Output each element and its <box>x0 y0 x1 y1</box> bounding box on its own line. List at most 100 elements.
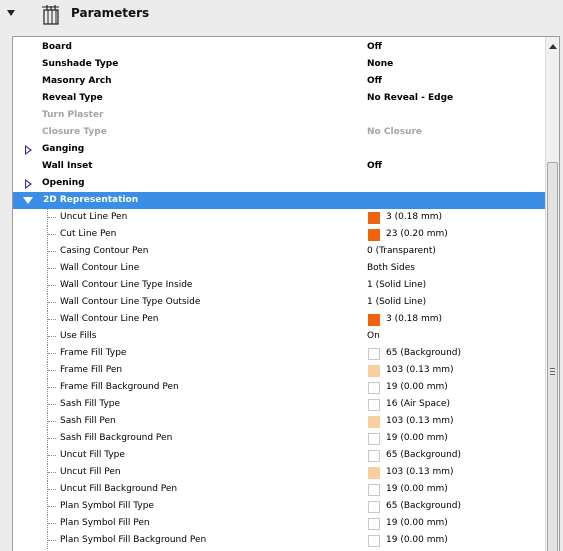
param-row-frame-fill-type[interactable]: Frame Fill Type 65 (Background) <box>13 345 547 362</box>
param-value[interactable]: Off <box>367 158 382 175</box>
pen-color-swatch[interactable] <box>368 535 380 547</box>
pen-color-swatch[interactable] <box>368 450 380 462</box>
param-row-uncut-fill-pen[interactable]: Uncut Fill Pen 103 (0.13 mm) <box>13 464 547 481</box>
param-value[interactable]: 103 (0.13 mm) <box>386 464 454 481</box>
param-row-plan-symbol-fill-background-pen[interactable]: Plan Symbol Fill Background Pen 19 (0.00 … <box>13 532 547 549</box>
param-label: Uncut Fill Pen <box>60 467 121 477</box>
pen-color-swatch[interactable] <box>368 348 380 360</box>
param-label: Closure Type <box>42 127 107 137</box>
param-row-2d-representation[interactable]: 2D Representation <box>13 192 547 209</box>
param-value[interactable]: 19 (0.00 mm) <box>386 515 448 532</box>
param-row-plan-symbol-fill-pen[interactable]: Plan Symbol Fill Pen 19 (0.00 mm) <box>13 515 547 532</box>
param-label: Reveal Type <box>42 93 103 103</box>
param-value[interactable]: No Reveal - Edge <box>367 90 453 107</box>
param-label: Uncut Fill Type <box>60 450 125 460</box>
collapse-arrow-icon[interactable] <box>23 197 33 204</box>
parameters-list[interactable]: Board Off Sunshade Type None Masonry Arch Off… <box>12 36 560 551</box>
pen-color-swatch[interactable] <box>368 518 380 530</box>
pen-color-swatch[interactable] <box>368 467 380 479</box>
pen-color-swatch[interactable] <box>368 365 380 377</box>
param-value[interactable]: 19 (0.00 mm) <box>386 532 448 549</box>
param-row-use-fills[interactable]: Use Fills On <box>13 328 547 345</box>
collapse-triangle-icon[interactable] <box>7 10 15 16</box>
param-label: Sash Fill Type <box>60 399 121 409</box>
pen-color-swatch[interactable] <box>368 229 380 241</box>
param-label: Use Fills <box>60 331 97 341</box>
vertical-scrollbar[interactable] <box>545 37 559 551</box>
param-value[interactable]: None <box>367 56 393 73</box>
pen-color-swatch[interactable] <box>368 501 380 513</box>
param-value[interactable]: Off <box>367 39 382 56</box>
param-row-wall-contour-line-type-outside[interactable]: Wall Contour Line Type Outside 1 (Solid L… <box>13 294 547 311</box>
param-label: Masonry Arch <box>42 76 112 86</box>
param-value[interactable]: 65 (Background) <box>386 447 461 464</box>
param-value[interactable]: On <box>367 328 380 345</box>
param-row-cut-line-pen[interactable]: Cut Line Pen 23 (0.20 mm) <box>13 226 547 243</box>
param-row-frame-fill-background-pen[interactable]: Frame Fill Background Pen 19 (0.00 mm) <box>13 379 547 396</box>
param-label: Uncut Line Pen <box>60 212 128 222</box>
param-row-uncut-fill-background-pen[interactable]: Uncut Fill Background Pen 19 (0.00 mm) <box>13 481 547 498</box>
param-row-plan-symbol-fill-type[interactable]: Plan Symbol Fill Type 65 (Background) <box>13 498 547 515</box>
param-row-masonry-arch[interactable]: Masonry Arch Off <box>13 73 547 90</box>
tree-connector <box>47 328 56 345</box>
tree-connector <box>47 379 56 396</box>
param-row-uncut-fill-type[interactable]: Uncut Fill Type 65 (Background) <box>13 447 547 464</box>
param-label: Wall Contour Line <box>60 263 140 273</box>
param-value[interactable]: 103 (0.13 mm) <box>386 413 454 430</box>
param-value[interactable]: 16 (Air Space) <box>386 396 450 413</box>
param-row-sash-fill-background-pen[interactable]: Sash Fill Background Pen 19 (0.00 mm) <box>13 430 547 447</box>
expand-arrow-icon[interactable] <box>25 145 32 155</box>
param-label: Plan Symbol Fill Type <box>60 501 154 511</box>
param-value[interactable]: No Closure <box>367 124 422 141</box>
tree-connector <box>47 413 56 430</box>
tree-connector <box>47 209 56 226</box>
param-value[interactable]: 1 (Solid Line) <box>367 294 426 311</box>
param-value[interactable]: 0 (Transparent) <box>367 243 436 260</box>
param-row-sash-fill-pen[interactable]: Sash Fill Pen 103 (0.13 mm) <box>13 413 547 430</box>
expand-arrow-icon[interactable] <box>25 179 32 189</box>
param-row-wall-contour-line[interactable]: Wall Contour Line Both Sides <box>13 260 547 277</box>
param-value[interactable]: 3 (0.18 mm) <box>386 209 442 226</box>
parameters-header[interactable]: Parameters <box>0 0 563 32</box>
scroll-up-arrow-icon[interactable] <box>549 44 557 49</box>
param-row-casing-contour-pen[interactable]: Casing Contour Pen 0 (Transparent) <box>13 243 547 260</box>
param-row-opening[interactable]: Opening <box>13 175 547 192</box>
param-value[interactable]: 3 (0.18 mm) <box>386 311 442 328</box>
param-value[interactable]: 19 (0.00 mm) <box>386 481 448 498</box>
param-label: Turn Plaster <box>42 110 104 120</box>
param-row-sash-fill-type[interactable]: Sash Fill Type 16 (Air Space) <box>13 396 547 413</box>
pen-color-swatch[interactable] <box>368 433 380 445</box>
param-row-closure-type[interactable]: Closure Type No Closure <box>13 124 547 141</box>
param-value[interactable]: 19 (0.00 mm) <box>386 430 448 447</box>
scroll-thumb[interactable] <box>547 162 558 551</box>
param-value[interactable]: 19 (0.00 mm) <box>386 379 448 396</box>
param-label: Board <box>42 42 72 52</box>
pen-color-swatch[interactable] <box>368 212 380 224</box>
tree-connector <box>47 311 56 328</box>
tree-connector <box>47 243 56 260</box>
param-row-wall-contour-line-type-inside[interactable]: Wall Contour Line Type Inside 1 (Solid Li… <box>13 277 547 294</box>
pen-color-swatch[interactable] <box>368 314 380 326</box>
param-row-turn-plaster[interactable]: Turn Plaster <box>13 107 547 124</box>
param-value[interactable]: Both Sides <box>367 260 415 277</box>
param-row-uncut-line-pen[interactable]: Uncut Line Pen 3 (0.18 mm) <box>13 209 547 226</box>
tree-connector <box>47 277 56 294</box>
param-value[interactable]: 65 (Background) <box>386 498 461 515</box>
param-row-sunshade-type[interactable]: Sunshade Type None <box>13 56 547 73</box>
param-row-wall-inset[interactable]: Wall Inset Off <box>13 158 547 175</box>
param-row-board[interactable]: Board Off <box>13 39 547 56</box>
param-value[interactable]: 1 (Solid Line) <box>367 277 426 294</box>
pen-color-swatch[interactable] <box>368 382 380 394</box>
param-row-ganging[interactable]: Ganging <box>13 141 547 158</box>
param-row-frame-fill-pen[interactable]: Frame Fill Pen 103 (0.13 mm) <box>13 362 547 379</box>
pen-color-swatch[interactable] <box>368 399 380 411</box>
tree-connector <box>47 447 56 464</box>
param-value[interactable]: 103 (0.13 mm) <box>386 362 454 379</box>
pen-color-swatch[interactable] <box>368 484 380 496</box>
param-value[interactable]: 65 (Background) <box>386 345 461 362</box>
param-value[interactable]: Off <box>367 73 382 90</box>
param-value[interactable]: 23 (0.20 mm) <box>386 226 448 243</box>
pen-color-swatch[interactable] <box>368 416 380 428</box>
param-row-reveal-type[interactable]: Reveal Type No Reveal - Edge <box>13 90 547 107</box>
param-row-wall-contour-line-pen[interactable]: Wall Contour Line Pen 3 (0.18 mm) <box>13 311 547 328</box>
